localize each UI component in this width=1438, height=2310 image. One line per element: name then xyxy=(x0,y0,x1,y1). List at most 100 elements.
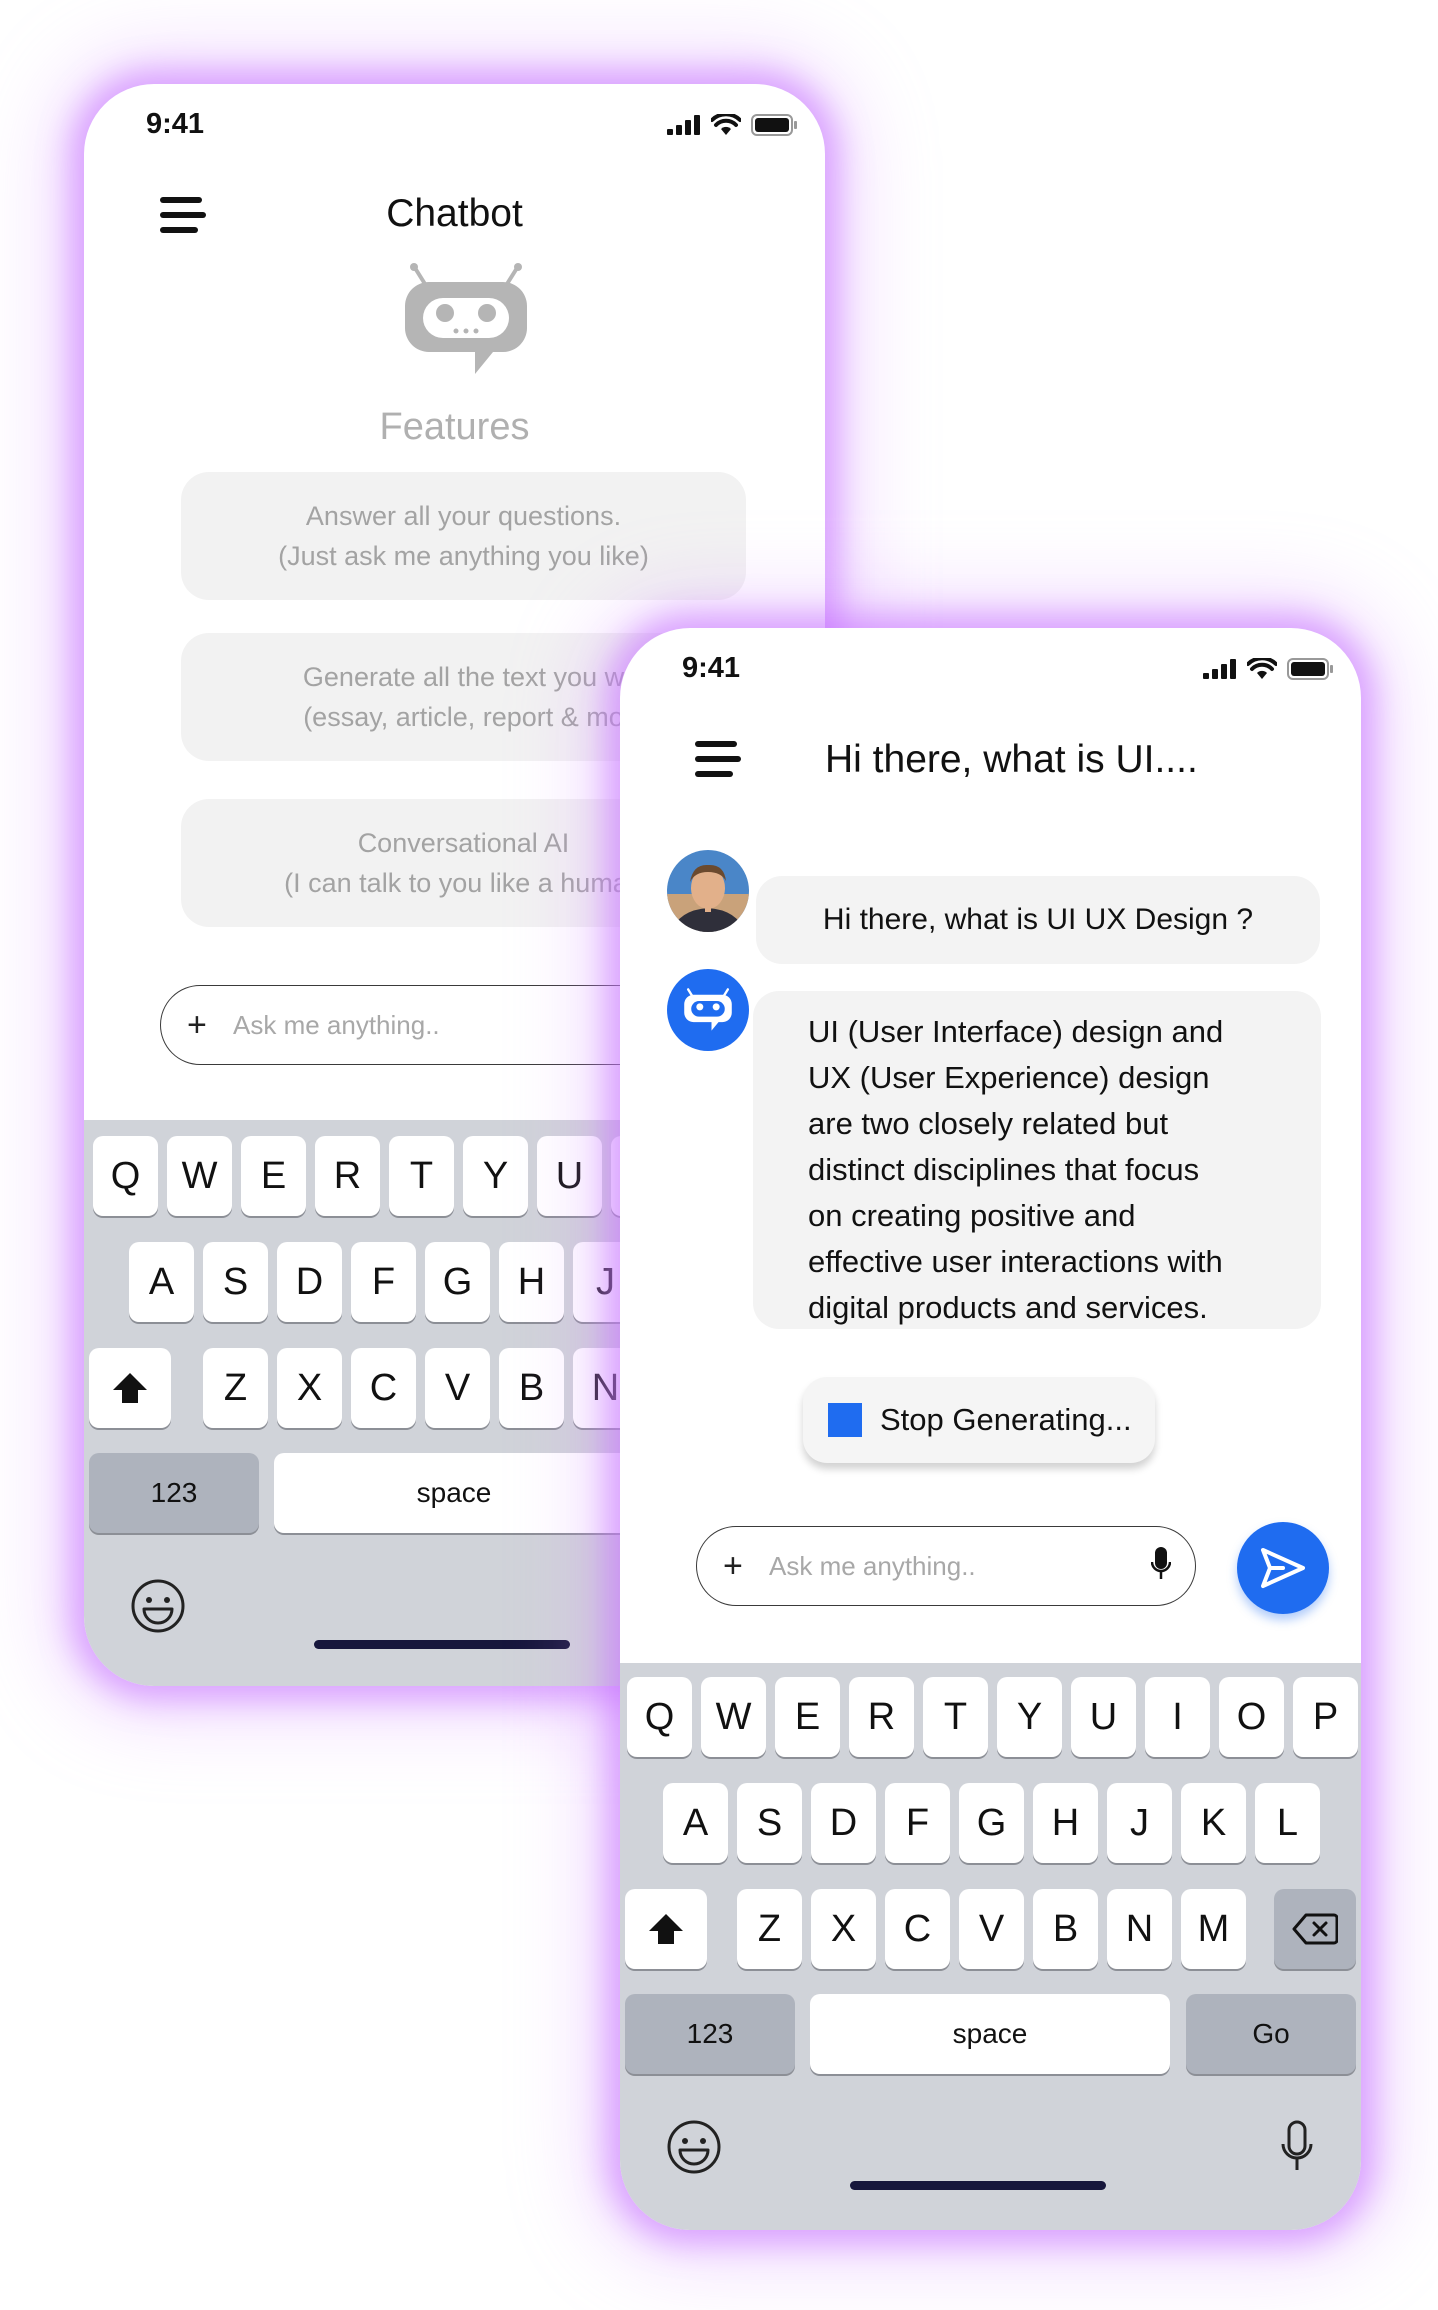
bot-message-line: distinct disciplines that focus xyxy=(808,1152,1200,1187)
key-d[interactable]: D xyxy=(811,1783,876,1863)
key-g[interactable]: G xyxy=(425,1242,490,1322)
wifi-icon xyxy=(711,114,741,135)
bot-message-line: digital products and services. xyxy=(808,1290,1208,1325)
space-key[interactable]: space xyxy=(810,1994,1170,2074)
feature-title: Answer all your questions. xyxy=(305,501,622,531)
phone-screen-chat-conversation: 9:41 Hi there, what is UI.... Hi there, … xyxy=(620,628,1361,2230)
key-n[interactable]: N xyxy=(1107,1889,1172,1969)
key-t[interactable]: T xyxy=(923,1677,988,1757)
cellular-signal-icon xyxy=(1203,659,1236,679)
key-l[interactable]: L xyxy=(1255,1783,1320,1863)
message-input[interactable]: + Ask me anything.. xyxy=(696,1526,1196,1606)
status-bar: 9:41 xyxy=(84,84,825,164)
key-b[interactable]: B xyxy=(499,1348,564,1428)
key-t[interactable]: T xyxy=(389,1136,454,1216)
key-k[interactable]: K xyxy=(1181,1783,1246,1863)
menu-icon[interactable] xyxy=(695,741,741,779)
key-w[interactable]: W xyxy=(167,1136,232,1216)
key-h[interactable]: H xyxy=(499,1242,564,1322)
key-a[interactable]: A xyxy=(663,1783,728,1863)
key-x[interactable]: X xyxy=(277,1348,342,1428)
key-r[interactable]: R xyxy=(849,1677,914,1757)
key-v[interactable]: V xyxy=(425,1348,490,1428)
battery-icon xyxy=(751,114,797,136)
send-icon xyxy=(1261,1548,1305,1588)
user-avatar xyxy=(667,850,749,932)
bot-message-line: on creating positive and xyxy=(808,1198,1136,1233)
backspace-icon[interactable] xyxy=(1274,1889,1356,1969)
features-heading: Features xyxy=(379,406,530,448)
send-button[interactable] xyxy=(1237,1522,1329,1614)
battery-icon xyxy=(1287,658,1333,680)
key-d[interactable]: D xyxy=(277,1242,342,1322)
page-title: Chatbot xyxy=(386,192,523,235)
space-key[interactable]: space xyxy=(274,1453,634,1533)
key-b[interactable]: B xyxy=(1033,1889,1098,1969)
key-q[interactable]: Q xyxy=(93,1136,158,1216)
key-i[interactable]: I xyxy=(1145,1677,1210,1757)
feature-subtitle: (essay, article, report & mo xyxy=(303,702,624,732)
robot-chat-icon xyxy=(395,262,537,385)
status-time: 9:41 xyxy=(682,652,741,684)
key-g[interactable]: G xyxy=(959,1783,1024,1863)
key-s[interactable]: S xyxy=(737,1783,802,1863)
emoji-icon[interactable] xyxy=(666,2119,722,2180)
key-j[interactable]: J xyxy=(1107,1783,1172,1863)
bot-avatar xyxy=(667,969,749,1051)
key-y[interactable]: Y xyxy=(997,1677,1062,1757)
key-r[interactable]: R xyxy=(315,1136,380,1216)
key-m[interactable]: M xyxy=(1181,1889,1246,1969)
home-indicator xyxy=(850,2181,1106,2190)
feature-subtitle: (I can talk to you like a human xyxy=(284,868,643,898)
numbers-key[interactable]: 123 xyxy=(89,1453,259,1533)
key-a[interactable]: A xyxy=(129,1242,194,1322)
bot-message-line: UX (User Experience) design xyxy=(808,1060,1210,1095)
feature-subtitle: (Just ask me anything you like) xyxy=(278,541,649,571)
plus-icon[interactable]: + xyxy=(187,1008,215,1042)
plus-icon[interactable]: + xyxy=(723,1549,751,1583)
go-key[interactable]: Go xyxy=(1186,1994,1356,2074)
shift-arrow-icon[interactable] xyxy=(89,1348,171,1428)
key-u[interactable]: U xyxy=(537,1136,602,1216)
stop-icon xyxy=(828,1403,862,1437)
cellular-signal-icon xyxy=(667,115,700,135)
key-z[interactable]: Z xyxy=(203,1348,268,1428)
page-title: Hi there, what is UI.... xyxy=(825,738,1198,781)
key-f[interactable]: F xyxy=(351,1242,416,1322)
key-c[interactable]: C xyxy=(351,1348,416,1428)
key-z[interactable]: Z xyxy=(737,1889,802,1969)
key-s[interactable]: S xyxy=(203,1242,268,1322)
stop-generating-button[interactable]: Stop Generating... xyxy=(803,1377,1155,1463)
status-time: 9:41 xyxy=(146,108,205,140)
keyboard: Q W E R T Y U I O P A S D F G H J K L Z … xyxy=(620,1663,1361,2230)
shift-arrow-icon[interactable] xyxy=(625,1889,707,1969)
feature-title: Conversational AI xyxy=(357,828,570,858)
wifi-icon xyxy=(1247,658,1277,679)
bot-message-line: UI (User Interface) design and xyxy=(808,1014,1224,1049)
key-f[interactable]: F xyxy=(885,1783,950,1863)
key-y[interactable]: Y xyxy=(463,1136,528,1216)
bot-message-line: are two closely related but xyxy=(808,1106,1169,1141)
status-bar: 9:41 xyxy=(620,628,1361,708)
key-e[interactable]: E xyxy=(241,1136,306,1216)
key-q[interactable]: Q xyxy=(627,1677,692,1757)
emoji-icon[interactable] xyxy=(130,1578,186,1639)
key-h[interactable]: H xyxy=(1033,1783,1098,1863)
key-e[interactable]: E xyxy=(775,1677,840,1757)
input-placeholder: Ask me anything.. xyxy=(769,1550,976,1581)
key-v[interactable]: V xyxy=(959,1889,1024,1969)
robot-chat-icon xyxy=(684,988,732,1031)
microphone-icon[interactable] xyxy=(1150,1546,1172,1587)
feature-card-questions[interactable]: Answer all your questions. (Just ask me … xyxy=(181,472,746,600)
user-message-bubble: Hi there, what is UI UX Design ? xyxy=(756,876,1320,964)
key-x[interactable]: X xyxy=(811,1889,876,1969)
key-c[interactable]: C xyxy=(885,1889,950,1969)
key-o[interactable]: O xyxy=(1219,1677,1284,1757)
numbers-key[interactable]: 123 xyxy=(625,1994,795,2074)
microphone-icon[interactable] xyxy=(1280,2120,1314,2179)
key-u[interactable]: U xyxy=(1071,1677,1136,1757)
feature-title: Generate all the text you w xyxy=(302,662,625,692)
bot-message-bubble: UI (User Interface) design and UX (User … xyxy=(753,991,1321,1329)
key-p[interactable]: P xyxy=(1293,1677,1358,1757)
key-w[interactable]: W xyxy=(701,1677,766,1757)
